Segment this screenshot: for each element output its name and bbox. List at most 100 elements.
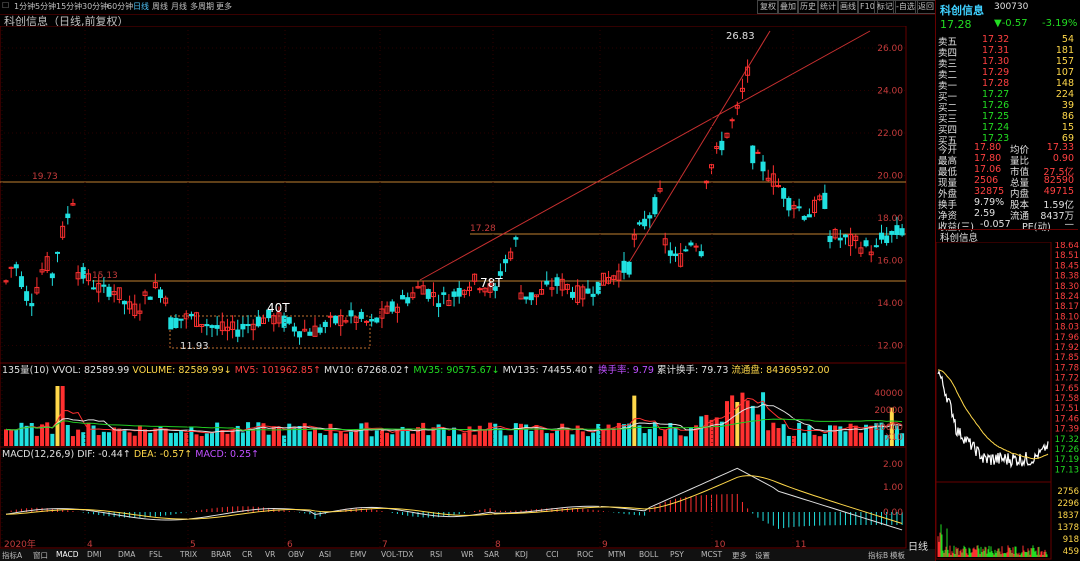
candle-body <box>24 291 30 301</box>
month-label: 4 <box>87 540 93 549</box>
history-button[interactable]: 历史 <box>797 0 819 14</box>
mini-volume-tick: 1378 <box>1057 523 1079 533</box>
indicator-tab-25[interactable]: 设置 <box>755 550 770 561</box>
volume-bar <box>781 424 786 446</box>
candle-body <box>503 259 509 264</box>
candle-body <box>698 251 704 257</box>
price-tick: 22.00 <box>877 129 903 139</box>
vol-name[interactable]: 135量(10) <box>2 365 49 376</box>
candle-body <box>65 213 71 219</box>
month-label: 6 <box>287 540 293 549</box>
candle-body <box>101 284 107 287</box>
volume-bar <box>395 429 400 446</box>
candle-body <box>374 317 380 323</box>
indicator-tab-7[interactable]: BRAR <box>211 550 231 559</box>
candle-body <box>827 235 833 243</box>
volume-bar <box>714 417 719 446</box>
indicator-tab-24[interactable]: 更多 <box>732 550 747 561</box>
indicator-tab-13[interactable]: VOL-TDX <box>381 550 413 559</box>
indicator-tab-1[interactable]: 窗口 <box>33 550 48 561</box>
indicator-tab-14[interactable]: RSI <box>430 550 442 559</box>
indicator-tab-0[interactable]: 指标A <box>2 550 22 561</box>
volume-bar <box>482 429 487 446</box>
back-button[interactable]: 返回 <box>915 0 937 14</box>
candle-body <box>683 249 689 252</box>
tab-daily[interactable]: 日线 <box>133 1 149 12</box>
volume-bar <box>426 435 431 446</box>
volume-bar <box>107 432 111 446</box>
candle-body <box>688 242 694 246</box>
indicator-tab-19[interactable]: ROC <box>577 550 593 559</box>
indicator-tab-10[interactable]: OBV <box>288 550 304 559</box>
volume-bar <box>374 430 379 446</box>
tab-15min[interactable]: 15分钟 <box>56 1 82 12</box>
indicator-tab-9[interactable]: VR <box>265 550 275 559</box>
indicator-tab-8[interactable]: CR <box>242 550 252 559</box>
price-tick: 26.00 <box>877 44 903 54</box>
tab-weekly[interactable]: 周线 <box>152 1 168 12</box>
intraday-chart[interactable]: 18.6418.5118.4518.3818.3018.2418.1718.10… <box>936 242 1080 560</box>
volume-bar <box>65 425 70 446</box>
volume-tick: 20000 <box>874 406 903 416</box>
tab-60min[interactable]: 60分钟 <box>107 1 133 12</box>
tab-multi-period[interactable]: 多周期 <box>190 1 214 12</box>
candle-body <box>497 271 503 276</box>
tab-30min[interactable]: 30分钟 <box>82 1 108 12</box>
volume-bar <box>230 429 235 446</box>
statistics-button[interactable]: 统计 <box>817 0 839 14</box>
candle-body <box>91 287 97 290</box>
volume-bar <box>328 423 333 446</box>
menu-icon[interactable]: ☐ <box>2 1 9 10</box>
volume-bar <box>385 432 390 446</box>
price-tick: 18.00 <box>877 214 903 224</box>
volume-bar <box>858 432 863 446</box>
volume-bar <box>76 429 81 446</box>
indicator-tab-23[interactable]: MCST <box>701 550 722 559</box>
tab-1min[interactable]: 1分钟 <box>14 1 35 12</box>
volume-bar <box>204 433 209 446</box>
kline-chart[interactable]: 19.73 17.28 15.13 26.83 11.93 40T 78T 26… <box>0 26 935 549</box>
indicator-tab-4[interactable]: DMA <box>118 550 135 559</box>
volume-bar <box>565 427 570 446</box>
mini-price-tick: 17.72 <box>1055 374 1079 384</box>
tab-monthly[interactable]: 月线 <box>171 1 187 12</box>
candle-body <box>842 234 848 238</box>
indicator-tab-right-0[interactable]: 指标B <box>868 550 888 561</box>
indicator-tab-3[interactable]: DMI <box>87 550 101 559</box>
indicator-tab-2[interactable]: MACD <box>56 550 78 559</box>
indicator-tab-21[interactable]: BOLL <box>639 550 658 559</box>
indicator-tab-5[interactable]: FSL <box>149 550 162 559</box>
candle-body <box>781 188 787 199</box>
month-label: 2020年 <box>4 538 36 549</box>
label-1728: 17.28 <box>470 224 496 234</box>
candle-body <box>80 267 86 279</box>
volume-bar <box>683 436 688 446</box>
indicator-tab-15[interactable]: WR <box>461 550 474 559</box>
indicator-tab-12[interactable]: EMV <box>350 550 366 559</box>
volume-bar <box>843 431 848 446</box>
restore-rights-button[interactable]: 复权 <box>757 0 779 14</box>
indicator-tab-20[interactable]: MTM <box>608 550 626 559</box>
indicator-tab-17[interactable]: KDJ <box>515 550 528 559</box>
volume-bar <box>313 428 317 446</box>
volume-bar <box>4 429 8 446</box>
indicator-tab-16[interactable]: SAR <box>484 550 499 559</box>
mini-price-tick: 18.30 <box>1055 282 1079 292</box>
volume-bar <box>153 428 158 446</box>
volume-bar <box>776 428 781 446</box>
candle-body <box>209 325 215 328</box>
candle-body <box>168 317 174 330</box>
candle-body <box>405 297 411 304</box>
tab-5min[interactable]: 5分钟 <box>35 1 56 12</box>
price-tick: 24.00 <box>877 87 903 97</box>
indicator-tab-right-1[interactable]: 模板 <box>890 550 905 561</box>
overlay-button[interactable]: 叠加 <box>777 0 799 14</box>
mini-price-tick: 18.51 <box>1055 251 1079 261</box>
draw-line-button[interactable]: 画线 <box>837 0 859 14</box>
indicator-tab-22[interactable]: PSY <box>670 550 684 559</box>
tab-more[interactable]: 更多 <box>216 1 232 12</box>
indicator-tab-18[interactable]: CCI <box>546 550 559 559</box>
indicator-tab-11[interactable]: ASI <box>319 550 331 559</box>
macd-name[interactable]: MACD(12,26,9) <box>2 449 74 460</box>
indicator-tab-6[interactable]: TRIX <box>180 550 197 559</box>
